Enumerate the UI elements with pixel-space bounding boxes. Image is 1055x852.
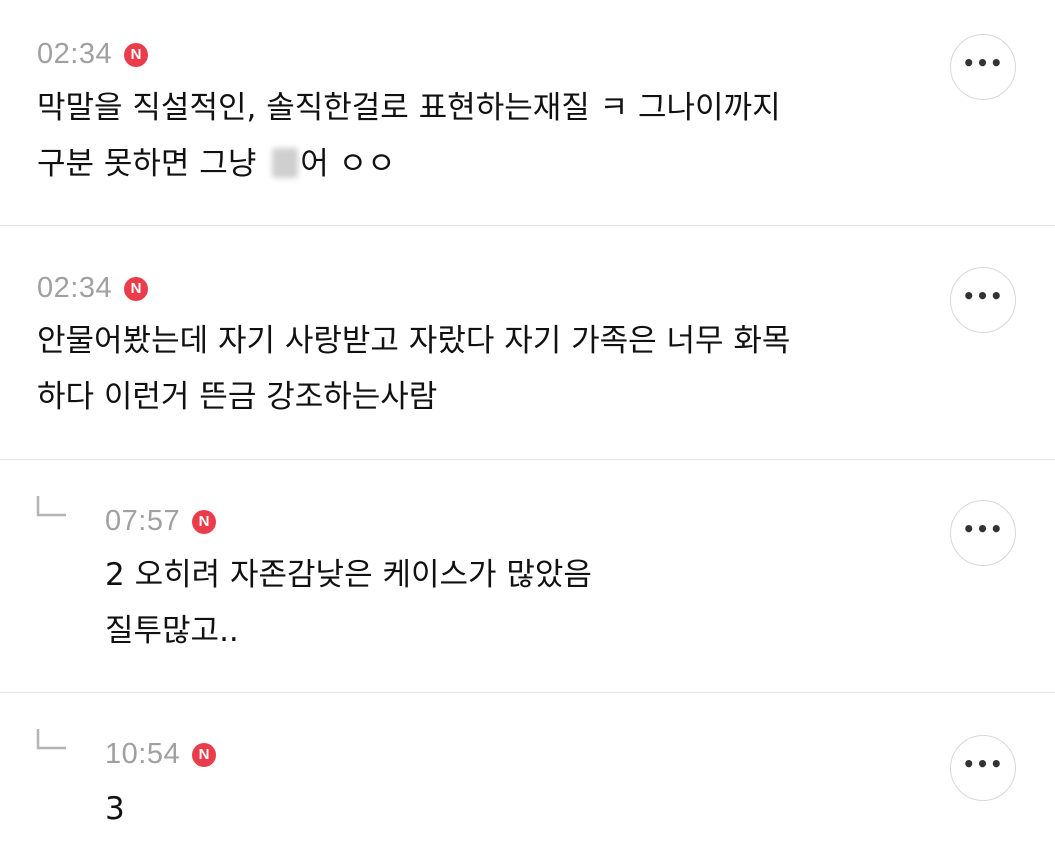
new-badge-icon: N bbox=[192, 509, 217, 534]
comment-meta: 07:57 N bbox=[105, 505, 217, 537]
new-badge-icon: N bbox=[192, 742, 217, 767]
censored-word-blur bbox=[272, 148, 299, 178]
comment-text: 안물어봤는데 자기 사랑받고 자랐다 자기 가족은 너무 화목 하다 이런거 뜬… bbox=[37, 313, 790, 425]
comment-item: 02:34 N 막말을 직설적인, 솔직한걸로 표현하는재질 ㅋ 그나이까지 구… bbox=[0, 0, 1055, 226]
comment-text-line: 질투많고.. bbox=[105, 613, 239, 649]
comment-time: 07:57 bbox=[105, 505, 181, 537]
more-options-icon: ••• bbox=[962, 752, 1004, 776]
new-badge-icon: N bbox=[124, 42, 149, 67]
comment-text: 2 오히려 자존감낮은 케이스가 많았음 질투많고.. bbox=[105, 547, 592, 659]
comment-time: 02:34 bbox=[37, 38, 113, 70]
reply-item: 10:54 N 3 ••• bbox=[0, 693, 1055, 852]
comment-text-line: 2 오히려 자존감낮은 케이스가 많았음 bbox=[105, 557, 592, 593]
comment-text-line: 하다 이런거 뜬금 강조하는사람 bbox=[37, 379, 438, 415]
comment-meta: 02:34 N bbox=[37, 272, 149, 304]
comment-item: 02:34 N 안물어봤는데 자기 사랑받고 자랐다 자기 가족은 너무 화목 … bbox=[0, 226, 1055, 459]
comment-text-line: 3 bbox=[105, 791, 125, 827]
more-options-button[interactable]: ••• bbox=[950, 500, 1016, 566]
comment-meta: 10:54 N bbox=[105, 738, 217, 770]
more-options-icon: ••• bbox=[962, 517, 1004, 541]
comment-text: 3 bbox=[105, 781, 125, 837]
more-options-icon: ••• bbox=[962, 284, 1004, 308]
reply-arrow-icon bbox=[36, 496, 66, 517]
comment-time: 02:34 bbox=[37, 272, 113, 304]
comment-text: 막말을 직설적인, 솔직한걸로 표현하는재질 ㅋ 그나이까지 구분 못하면 그냥… bbox=[37, 80, 781, 192]
reply-item: 07:57 N 2 오히려 자존감낮은 케이스가 많았음 질투많고.. ••• bbox=[0, 460, 1055, 692]
new-badge-icon: N bbox=[124, 276, 149, 301]
comment-time: 10:54 bbox=[105, 738, 181, 770]
comment-meta: 02:34 N bbox=[37, 38, 149, 70]
comment-text-line: 막말을 직설적인, 솔직한걸로 표현하는재질 ㅋ 그나이까지 bbox=[37, 90, 781, 126]
more-options-button[interactable]: ••• bbox=[950, 34, 1016, 100]
more-options-button[interactable]: ••• bbox=[950, 267, 1016, 333]
comment-text-line: 안물어봤는데 자기 사랑받고 자랐다 자기 가족은 너무 화목 bbox=[37, 323, 791, 359]
comment-text-segment: 어 ㅇㅇ bbox=[300, 146, 396, 182]
reply-arrow-icon bbox=[36, 729, 66, 750]
more-options-button[interactable]: ••• bbox=[950, 735, 1016, 801]
more-options-icon: ••• bbox=[962, 51, 1004, 75]
comment-text-line: 구분 못하면 그냥 어 ㅇㅇ bbox=[37, 136, 781, 192]
comment-text-segment: 구분 못하면 그냥 bbox=[37, 146, 267, 182]
